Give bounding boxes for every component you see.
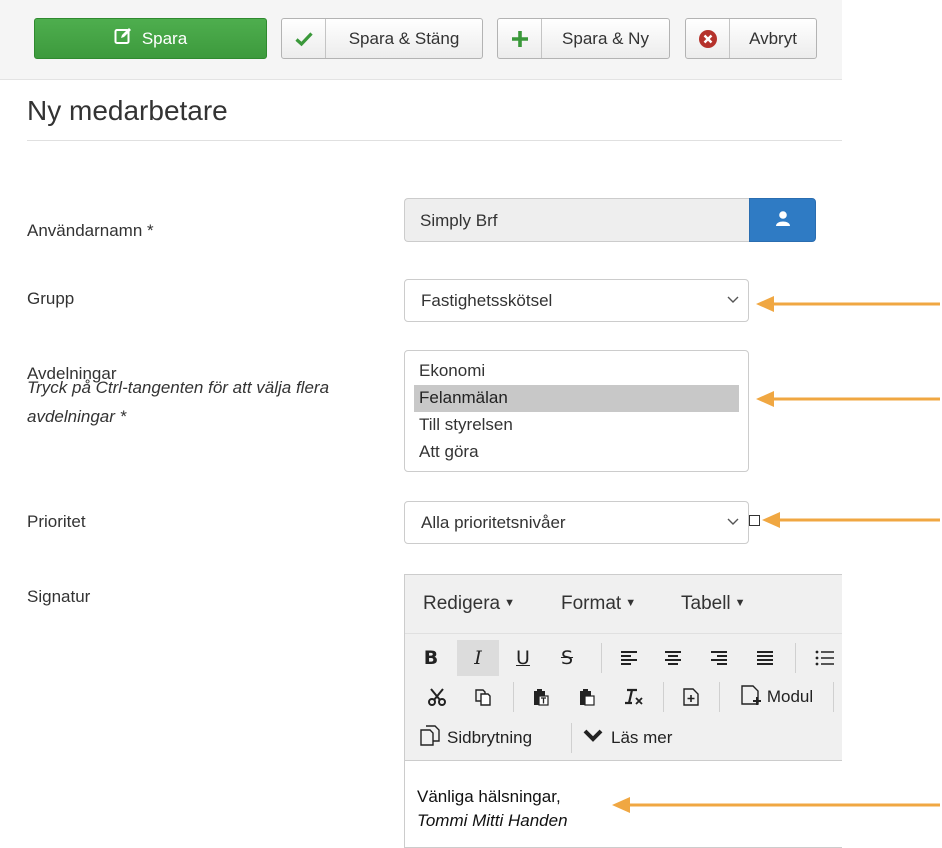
bold-icon[interactable]: B	[413, 640, 449, 676]
toolbar-separator	[795, 643, 796, 673]
page-title: Ny medarbetare	[27, 95, 228, 126]
module-icon	[741, 684, 763, 711]
bullet-list-icon[interactable]	[807, 640, 843, 676]
align-right-icon[interactable]	[701, 640, 737, 676]
save-label: Spara	[141, 28, 188, 48]
save-close-button[interactable]: Spara & Stäng	[281, 18, 483, 59]
toolbar-separator	[601, 643, 602, 673]
toolbar-separator	[571, 723, 572, 753]
menu-redigera[interactable]: Redigera ▼	[423, 593, 515, 615]
chevron-down-icon	[726, 291, 740, 311]
toolbar-separator	[513, 682, 514, 712]
toolbar: Spara Spara & Stäng Spara & Ny Avbryt	[0, 0, 842, 80]
menu-format[interactable]: Format ▼	[561, 593, 636, 615]
paste-word-icon[interactable]	[569, 679, 605, 715]
menu-format-label: Format	[561, 593, 622, 614]
signature-line-2: Tommi Mitti Handen	[417, 811, 568, 830]
toolbar-separator	[719, 682, 720, 712]
arrow-departments	[756, 391, 940, 407]
clear-formatting-icon[interactable]	[615, 679, 651, 715]
signature-label: Signatur	[27, 587, 91, 606]
editor-content[interactable]: Vänliga hälsningar, Tommi Mitti Handen	[417, 785, 568, 833]
priority-label: Prioritet	[27, 512, 86, 531]
save-close-label: Spara & Stäng	[348, 28, 460, 48]
toolbar-separator	[833, 682, 834, 712]
departments-hint: Tryck på Ctrl-tangenten för att välja fl…	[27, 378, 330, 426]
group-label: Grupp	[27, 289, 75, 308]
arrow-group-select	[756, 296, 940, 312]
priority-select[interactable]: Alla prioritetsnivåer	[404, 501, 749, 544]
group-select[interactable]: Fastighetsskötsel	[404, 279, 749, 322]
select-user-button[interactable]	[749, 198, 816, 242]
cancel-label: Avbryt	[749, 28, 797, 48]
italic-icon[interactable]: I	[457, 640, 499, 676]
pagebreak-button[interactable]: Sidbrytning	[419, 720, 559, 756]
pagebreak-icon	[419, 724, 441, 752]
menu-tabell[interactable]: Tabell ▼	[681, 593, 746, 615]
save-new-button[interactable]: Spara & Ny	[497, 18, 670, 59]
menu-tabell-label: Tabell	[681, 593, 731, 614]
insert-module-button[interactable]: Modul	[729, 679, 825, 715]
pagebreak-label: Sidbrytning	[447, 728, 533, 747]
chevron-down-icon	[726, 513, 740, 533]
menu-redigera-label: Redigera	[423, 593, 501, 614]
align-left-icon[interactable]	[611, 640, 647, 676]
editor-menubar: Redigera ▼ Format ▼ Tabell ▼	[405, 575, 842, 633]
strikethrough-icon[interactable]: S	[549, 640, 585, 676]
department-option[interactable]: Att göra	[414, 439, 739, 466]
resize-handle[interactable]	[749, 515, 760, 526]
check-icon	[282, 19, 326, 58]
cancel-circle-icon	[686, 19, 730, 58]
insert-article-icon[interactable]	[673, 679, 709, 715]
align-center-icon[interactable]	[655, 640, 691, 676]
title-divider	[27, 140, 842, 141]
username-label: Användarnamn *	[27, 221, 154, 240]
chevron-down-icon	[583, 728, 603, 748]
arrow-priority	[762, 512, 940, 528]
align-justify-icon[interactable]	[747, 640, 783, 676]
caret-down-icon: ▼	[504, 597, 515, 609]
department-option-selected[interactable]: Felanmälan	[414, 385, 739, 412]
underline-icon[interactable]: U	[505, 640, 541, 676]
user-icon	[775, 210, 791, 231]
signature-line-1: Vänliga hälsningar,	[417, 787, 561, 806]
departments-multiselect[interactable]: Ekonomi Felanmälan Till styrelsen Att gö…	[404, 350, 749, 472]
paste-text-icon[interactable]	[523, 679, 559, 715]
save-button[interactable]: Spara	[34, 18, 267, 59]
readmore-label: Läs mer	[611, 728, 673, 747]
plus-icon	[498, 19, 542, 58]
cancel-button[interactable]: Avbryt	[685, 18, 817, 59]
toolbar-separator	[663, 682, 664, 712]
editor-toolbar: B I U S Modul Sidbrytning Läs mer	[405, 633, 842, 761]
department-option[interactable]: Till styrelsen	[414, 412, 739, 439]
priority-selected-value: Alla prioritetsnivåer	[421, 513, 566, 532]
copy-icon[interactable]	[465, 679, 501, 715]
save-new-label: Spara & Ny	[562, 28, 649, 48]
cut-icon[interactable]	[419, 679, 455, 715]
caret-down-icon: ▼	[625, 597, 637, 609]
group-selected-value: Fastighetsskötsel	[421, 291, 553, 310]
edit-icon	[114, 27, 132, 50]
signature-editor: Redigera ▼ Format ▼ Tabell ▼ B I U S Mod…	[404, 574, 842, 848]
department-option[interactable]: Ekonomi	[414, 358, 739, 385]
readmore-button[interactable]: Läs mer	[583, 720, 693, 756]
module-label: Modul	[766, 687, 814, 706]
username-field[interactable]: Simply Brf	[404, 198, 750, 242]
caret-down-icon: ▼	[734, 597, 746, 609]
